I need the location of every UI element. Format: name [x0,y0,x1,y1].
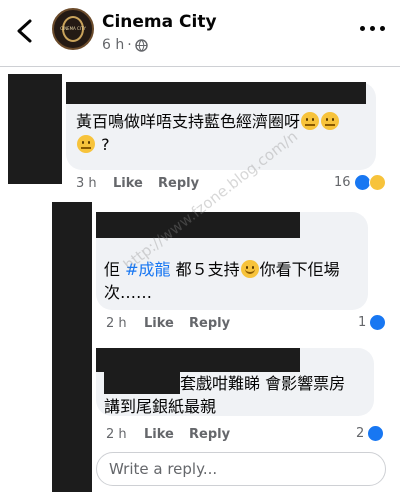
comment-text: 套戲咁難睇 會影響票房 講到尾銀紙最親 [104,372,372,418]
zipper-mouth-emoji-icon [301,112,320,130]
reaction-summary[interactable]: 16 [334,174,386,191]
reaction-count: 2 [356,426,365,441]
post-time: 6 h [102,37,125,53]
like-reaction-icon [369,314,387,331]
reaction-summary[interactable]: 2 [356,425,385,442]
comment-text-line: 黃百鳴做咩唔支持藍色經濟圈呀 [76,112,301,131]
reply-input[interactable]: Write a reply... [96,452,386,486]
comment-text: 黃百鳴做咩唔支持藍色經濟圈呀 ? [76,110,371,156]
comment-time[interactable]: 2 h [106,316,127,331]
comment-time[interactable]: 2 h [106,427,127,442]
comment-text-post2: 你看下佢場 [259,260,340,279]
back-arrow-icon[interactable] [14,18,36,44]
like-button[interactable]: Like [144,427,174,442]
reply-placeholder: Write a reply... [109,460,218,478]
dot-separator: · [127,37,132,53]
header-divider [0,66,400,67]
logo-text: CINEMA CITY [60,26,86,31]
zipper-mouth-emoji-icon [321,112,340,130]
comment-time[interactable]: 3 h [76,176,97,191]
reply-button[interactable]: Reply [189,316,230,331]
redacted-avatar [8,74,62,184]
more-options-icon[interactable] [360,26,386,34]
comment-text: 佢 #成龍 都５支持 你看下佢場 次…… [104,258,366,304]
redacted-thread [52,202,92,492]
post-header: CINEMA CITY Cinema City 6 h · [0,0,400,66]
redacted-author-name [66,82,366,104]
globe-icon [134,38,148,52]
comment-text-line: ? [101,135,110,154]
reaction-count: 16 [334,175,351,190]
reaction-count: 1 [358,315,367,330]
comment-text-line: 次…… [104,283,153,302]
comment-text-line: 套戲咁難睇 會影響票房 [180,374,346,393]
like-button[interactable]: Like [113,176,143,191]
comment-text-line: 講到尾銀紙最親 [104,397,217,416]
like-reaction-icon [353,174,371,191]
zipper-mouth-emoji-icon [77,135,95,153]
page-avatar[interactable]: CINEMA CITY [52,8,94,50]
like-button[interactable]: Like [144,316,174,331]
post-meta: 6 h · [102,37,148,53]
like-reaction-icon [367,425,385,442]
redacted-author-name [96,348,300,372]
reply-button[interactable]: Reply [189,427,230,442]
comment-text-post: 都５支持 [170,260,240,279]
laughing-emoji-icon [240,260,259,278]
reply-button[interactable]: Reply [158,176,199,191]
reaction-summary[interactable]: 1 [358,314,387,331]
haha-reaction-icon [368,174,386,191]
page-title[interactable]: Cinema City [102,12,217,32]
